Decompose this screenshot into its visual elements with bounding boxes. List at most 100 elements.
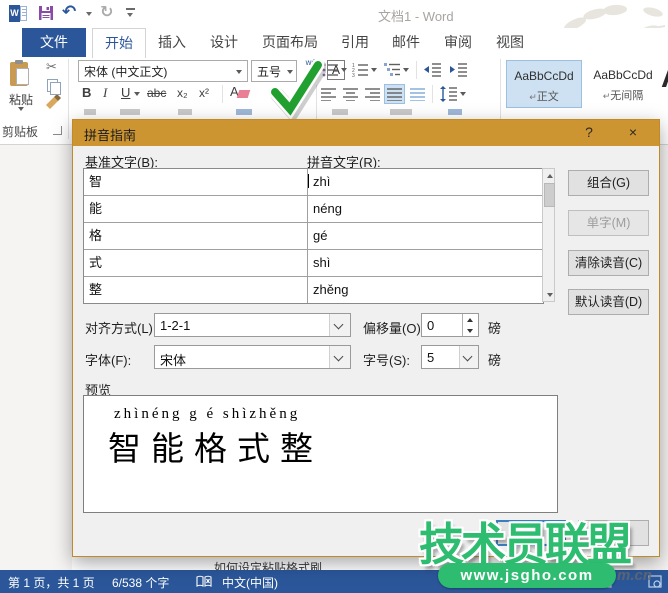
base-text-cell[interactable]: 格 (84, 223, 307, 249)
clear-reading-button[interactable]: 清除读音(C) (568, 250, 649, 276)
style-name: ↵正文 (507, 88, 581, 104)
italic-button[interactable]: I (103, 85, 107, 101)
grid-scrollbar[interactable] (542, 168, 555, 302)
style-partial-letter: A (661, 61, 668, 95)
check-annotation-icon (266, 57, 326, 119)
language-indicator[interactable]: 中文(中国) (222, 574, 278, 591)
ruby-font-label: 字体(F): (85, 350, 131, 369)
underline-button[interactable]: U (121, 85, 130, 100)
default-reading-button[interactable]: 默认读音(D) (568, 289, 649, 315)
undo-dropdown-icon[interactable] (86, 12, 92, 16)
ruby-text-cell[interactable]: néng (308, 196, 543, 222)
ribbon-fragment (120, 109, 140, 115)
undo-button[interactable]: ↶ (62, 2, 86, 24)
customize-qat-button[interactable] (126, 8, 135, 10)
proofing-errors-icon[interactable] (196, 575, 212, 588)
ruby-size-value: 5 (427, 350, 434, 365)
strikethrough-button[interactable]: abc (147, 86, 166, 100)
tab-view[interactable]: 视图 (484, 28, 536, 57)
bold-button[interactable]: B (82, 85, 91, 100)
dialog-help-button[interactable]: ? (578, 124, 600, 140)
paste-dropdown-icon[interactable] (18, 107, 24, 111)
redo-button[interactable]: ↻ (100, 2, 122, 24)
decrease-indent-button[interactable] (424, 62, 442, 77)
text-cursor (308, 174, 309, 188)
base-text-cell[interactable]: 整 (84, 277, 307, 303)
line-spacing-dropdown-icon[interactable] (460, 92, 466, 96)
tab-design[interactable]: 设计 (198, 28, 250, 57)
multilevel-list-dropdown-icon[interactable] (403, 68, 409, 72)
phonetic-grid: 智 zhì 能 néng 格 gé 式 shì 整 zhěng (83, 168, 544, 304)
subscript-button[interactable]: x₂ (177, 86, 188, 100)
tab-insert[interactable]: 插入 (146, 28, 198, 57)
tab-file[interactable]: 文件 (22, 28, 86, 57)
ruby-font-combo[interactable]: 宋体 (154, 345, 351, 369)
ribbon-fragment (236, 109, 252, 115)
offset-label: 偏移量(O): (363, 318, 424, 337)
single-char-button[interactable]: 单字(M) (568, 210, 649, 236)
clipboard-dialog-launcher[interactable] (53, 126, 62, 135)
offset-spinner[interactable]: 0 (421, 313, 479, 337)
style-card-normal[interactable]: AaBbCcDd ↵正文 (506, 60, 582, 108)
dialog-close-button[interactable]: × (622, 124, 644, 140)
multilevel-list-button[interactable] (384, 62, 401, 77)
font-name-combo[interactable]: 宋体 (中文正文) (78, 60, 248, 82)
preview-box: zhìnéng g é shìzhěng 智能格式整 (83, 395, 558, 513)
base-text-cell[interactable]: 智 (84, 169, 307, 195)
ribbon-fragment (448, 109, 462, 115)
bullet-list-dropdown-icon[interactable] (341, 68, 347, 72)
spin-down-icon[interactable] (463, 325, 477, 336)
increase-indent-button[interactable] (450, 62, 468, 77)
ruby-size-combo[interactable]: 5 (421, 345, 479, 369)
base-text-cell[interactable]: 式 (84, 250, 307, 276)
style-card-no-spacing[interactable]: AaBbCcDd ↵无间隔 (585, 60, 661, 108)
scrollbar-thumb[interactable] (544, 183, 555, 207)
format-painter-icon[interactable] (44, 95, 62, 111)
line-spacing-button[interactable] (440, 86, 458, 102)
numbered-list-dropdown-icon[interactable] (371, 68, 377, 72)
chevron-down-icon (463, 352, 473, 362)
alignment-label: 对齐方式(L): (85, 318, 157, 337)
paste-button[interactable]: 粘贴 (0, 91, 42, 108)
alignment-dropdown[interactable] (329, 314, 350, 336)
word-app-icon[interactable]: W (9, 5, 27, 22)
cut-icon[interactable]: ✂ (46, 59, 57, 75)
style-name: ↵无间隔 (585, 87, 661, 103)
chevron-down-icon (334, 352, 344, 362)
ruby-text-cell[interactable]: zhěng (308, 277, 543, 303)
tab-page-layout[interactable]: 页面布局 (250, 28, 330, 57)
combine-button[interactable]: 组合(G) (568, 170, 649, 196)
ruby-size-dropdown[interactable] (459, 346, 478, 368)
tab-mailings[interactable]: 邮件 (380, 28, 432, 57)
paste-icon[interactable] (8, 61, 34, 91)
clipboard-group-label: 剪贴板 (2, 123, 38, 140)
numbered-list-button[interactable]: 123 (352, 62, 369, 77)
tab-home[interactable]: 开始 (92, 28, 146, 58)
ruby-font-dropdown[interactable] (329, 346, 350, 368)
dialog-title-bar[interactable]: 拼音指南 ? × (73, 120, 659, 146)
scroll-down-icon[interactable] (544, 288, 555, 301)
ruby-text-cell[interactable]: zhì (308, 169, 543, 195)
scroll-up-icon[interactable] (544, 169, 555, 182)
save-icon[interactable] (38, 5, 54, 21)
align-right-button[interactable] (365, 87, 381, 101)
spin-up-icon[interactable] (463, 314, 477, 325)
dialog-title: 拼音指南 (84, 125, 136, 144)
ribbon-fragment (390, 109, 412, 115)
customize-qat-caret-icon (127, 13, 133, 17)
base-text-cell[interactable]: 能 (84, 196, 307, 222)
superscript-button[interactable]: x² (199, 86, 209, 100)
distribute-button[interactable] (410, 87, 426, 101)
alignment-combo[interactable]: 1-2-1 (154, 313, 351, 337)
style-sample: AaBbCcDd (507, 69, 581, 83)
page-indicator[interactable]: 第 1 页，共 1 页 (8, 574, 95, 591)
ruby-text-cell[interactable]: gé (308, 223, 543, 249)
align-center-button[interactable] (343, 87, 359, 101)
separator (416, 61, 417, 79)
ruby-text-cell[interactable]: shì (308, 250, 543, 276)
tab-references[interactable]: 引用 (330, 28, 380, 57)
underline-dropdown-icon[interactable] (134, 92, 140, 96)
ribbon-fragment (84, 109, 96, 115)
tab-review[interactable]: 审阅 (432, 28, 484, 57)
word-count[interactable]: 6/538 个字 (112, 574, 169, 591)
